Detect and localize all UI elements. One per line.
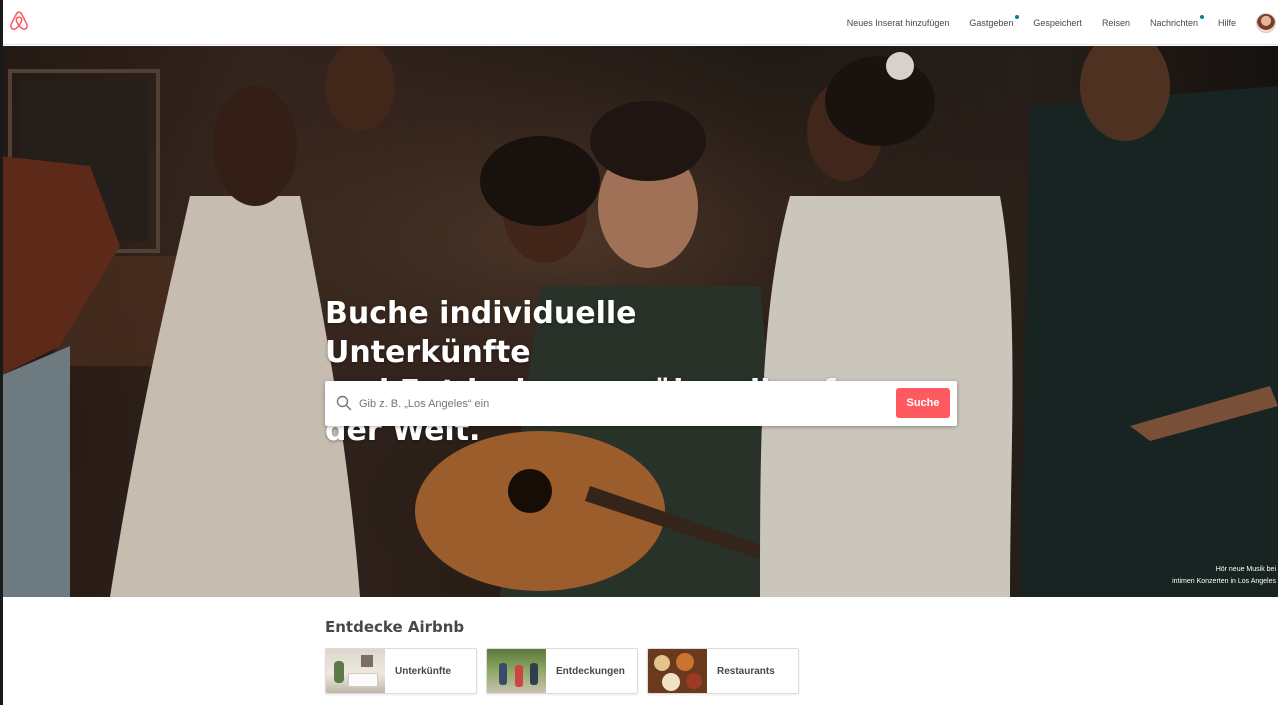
caption-line-2: intimen Konzerten in Los Angeles: [1172, 578, 1276, 585]
nav-help-label: Hilfe: [1217, 17, 1236, 28]
homes-label: Unterkünfte: [395, 665, 452, 677]
hero-banner: Buche individuelle Unterkünfte und Entde…: [0, 46, 1278, 597]
explore-card-restaurants[interactable]: Restaurants: [647, 648, 799, 694]
nav-saved-label: Gespeichert: [1033, 17, 1082, 28]
nav-messages[interactable]: Nachrichten: [1149, 14, 1204, 28]
caption-line-1: Hör neue Musik bei: [1215, 566, 1276, 573]
restaurants-thumbnail: [648, 649, 707, 693]
notification-dot: [1015, 14, 1020, 19]
experiences-thumbnail: [487, 649, 546, 693]
hero-headline-line-1: Buche individuelle Unterkünfte: [325, 296, 637, 370]
restaurants-label: Restaurants: [717, 665, 775, 677]
search-button[interactable]: Suche: [896, 388, 950, 418]
nav-add-listing[interactable]: Neues Inserat hinzufügen: [847, 18, 950, 28]
top-navigation-bar: Neues Inserat hinzufügen Gastgeben Gespe…: [0, 0, 1278, 45]
nav-trips[interactable]: Reisen: [1102, 18, 1130, 28]
experiences-label: Entdeckungen: [556, 665, 625, 677]
search-icon: [336, 395, 352, 411]
search-bar: Suche: [325, 381, 957, 426]
hero-headline: Buche individuelle Unterkünfte und Entde…: [325, 294, 845, 450]
nav-messages-label: Nachrichten: [1149, 17, 1198, 28]
nav-host-label: Gastgeben: [969, 17, 1014, 28]
hero-photo-caption[interactable]: Hör neue Musik bei intimen Konzerten in …: [1172, 564, 1276, 588]
window-edge: [0, 0, 3, 705]
nav-add-listing-label: Neues Inserat hinzufügen: [846, 17, 950, 28]
notification-dot: [1199, 14, 1204, 19]
explore-card-homes[interactable]: Unterkünfte: [325, 648, 477, 694]
nav-trips-label: Reisen: [1101, 17, 1130, 28]
homes-thumbnail: [326, 649, 385, 693]
search-input[interactable]: [359, 381, 879, 426]
nav-host[interactable]: Gastgeben: [969, 14, 1020, 28]
header-nav: Neues Inserat hinzufügen Gastgeben Gespe…: [847, 0, 1278, 45]
nav-help[interactable]: Hilfe: [1218, 18, 1236, 28]
nav-saved[interactable]: Gespeichert: [1033, 18, 1082, 28]
explore-cards: Unterkünfte Entdeckungen Restaurants: [325, 648, 808, 694]
user-avatar[interactable]: [1256, 12, 1276, 33]
explore-section-title: Entdecke Airbnb: [325, 618, 465, 636]
airbnb-logo-icon[interactable]: [8, 10, 30, 32]
explore-card-experiences[interactable]: Entdeckungen: [486, 648, 638, 694]
